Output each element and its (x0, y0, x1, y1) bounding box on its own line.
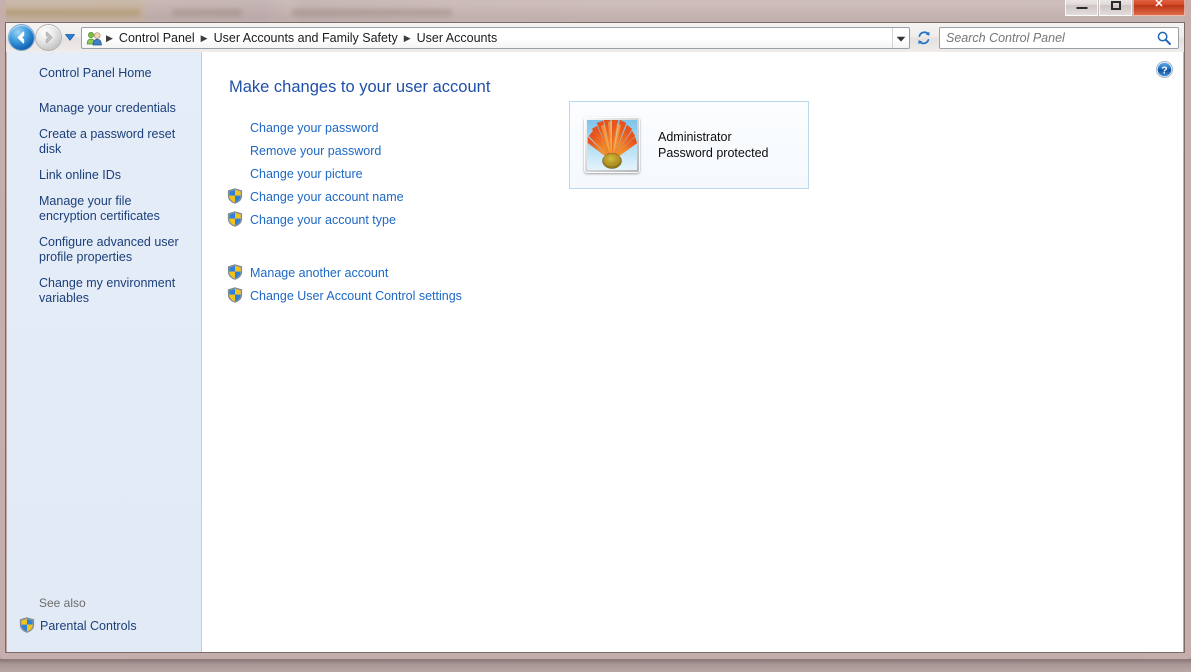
minimize-icon (1076, 7, 1087, 9)
task-row[interactable]: Change your account name (227, 186, 547, 208)
link-remove-your-password[interactable]: Remove your password (250, 143, 381, 159)
close-icon: ✕ (1154, 0, 1164, 10)
link-manage-another-account[interactable]: Manage another account (250, 265, 388, 281)
sidebar-item-manage-your-credentials[interactable]: Manage your credentials (7, 101, 201, 116)
maximize-button[interactable] (1099, 0, 1132, 16)
link-change-user-account-control-settings[interactable]: Change User Account Control settings (250, 288, 462, 304)
minimize-button[interactable] (1065, 0, 1098, 16)
account-status: Password protected (658, 146, 769, 160)
see-also-title: See also (39, 596, 86, 610)
task-row[interactable]: Change your picture (227, 163, 547, 185)
uac-shield-icon (227, 263, 243, 283)
close-button[interactable]: ✕ (1133, 0, 1185, 16)
content-area: ? Make changes to your user account Chan… (202, 52, 1183, 652)
see-also-link-parental-controls[interactable]: Parental Controls (40, 619, 137, 634)
svg-text:?: ? (1161, 64, 1167, 76)
maximize-icon (1110, 1, 1121, 10)
task-row[interactable]: Manage another account (227, 262, 547, 284)
sidebar-item-manage-your-file-encryption-certificates[interactable]: Manage your file encryption certificates (7, 194, 201, 224)
task-sidebar: Control Panel Home Manage your credentia… (7, 52, 202, 652)
see-also-section: See also Parental Controls (7, 596, 201, 636)
flower-avatar-icon (587, 120, 637, 170)
avatar[interactable] (584, 117, 640, 173)
sidebar-item-control-panel-home[interactable]: Control Panel Home (7, 66, 201, 81)
account-summary-panel: Administrator Password protected (569, 101, 809, 189)
link-change-your-account-name[interactable]: Change your account name (250, 189, 404, 205)
uac-shield-icon (19, 617, 35, 636)
task-row[interactable]: Change your account type (227, 209, 547, 231)
link-change-your-account-type[interactable]: Change your account type (250, 212, 396, 228)
task-row[interactable]: Remove your password (227, 140, 547, 162)
link-change-your-password[interactable]: Change your password (250, 120, 379, 136)
content-columns: Change your password Remove your passwor… (202, 97, 1183, 308)
shield-placeholder (227, 120, 243, 136)
uac-shield-icon (227, 286, 243, 306)
task-group-separator (227, 232, 547, 262)
sidebar-links: Control Panel Home Manage your credentia… (7, 52, 201, 306)
help-icon: ? (1156, 61, 1173, 78)
shield-placeholder (227, 166, 243, 182)
control-panel-window: ✕ ▶ Control Panel ▶ User Accounts and Fa… (0, 0, 1191, 660)
client-area: Control Panel Home Manage your credentia… (7, 52, 1183, 652)
help-button[interactable]: ? (1156, 61, 1173, 78)
link-change-your-picture[interactable]: Change your picture (250, 166, 363, 182)
sidebar-item-configure-advanced-user-profile-properties[interactable]: Configure advanced user profile properti… (7, 235, 201, 265)
uac-shield-icon (227, 187, 243, 207)
see-also-item-parental-controls[interactable]: Parental Controls (7, 617, 201, 636)
window-drop-shadow (0, 659, 1191, 672)
task-list: Change your password Remove your passwor… (202, 117, 547, 308)
task-row[interactable]: Change User Account Control settings (227, 285, 547, 307)
sidebar-item-link-online-ids[interactable]: Link online IDs (7, 168, 201, 183)
sidebar-item-create-a-password-reset-disk[interactable]: Create a password reset disk (7, 127, 201, 157)
caption-button-group: ✕ (1064, 0, 1185, 16)
shield-placeholder (227, 143, 243, 159)
task-row[interactable]: Change your password (227, 117, 547, 139)
uac-shield-icon (227, 210, 243, 230)
sidebar-item-change-my-environment-variables[interactable]: Change my environment variables (7, 276, 201, 306)
page-title: Make changes to your user account (229, 78, 491, 96)
account-name: Administrator (658, 130, 732, 144)
account-info: Administrator Password protected (658, 129, 768, 161)
